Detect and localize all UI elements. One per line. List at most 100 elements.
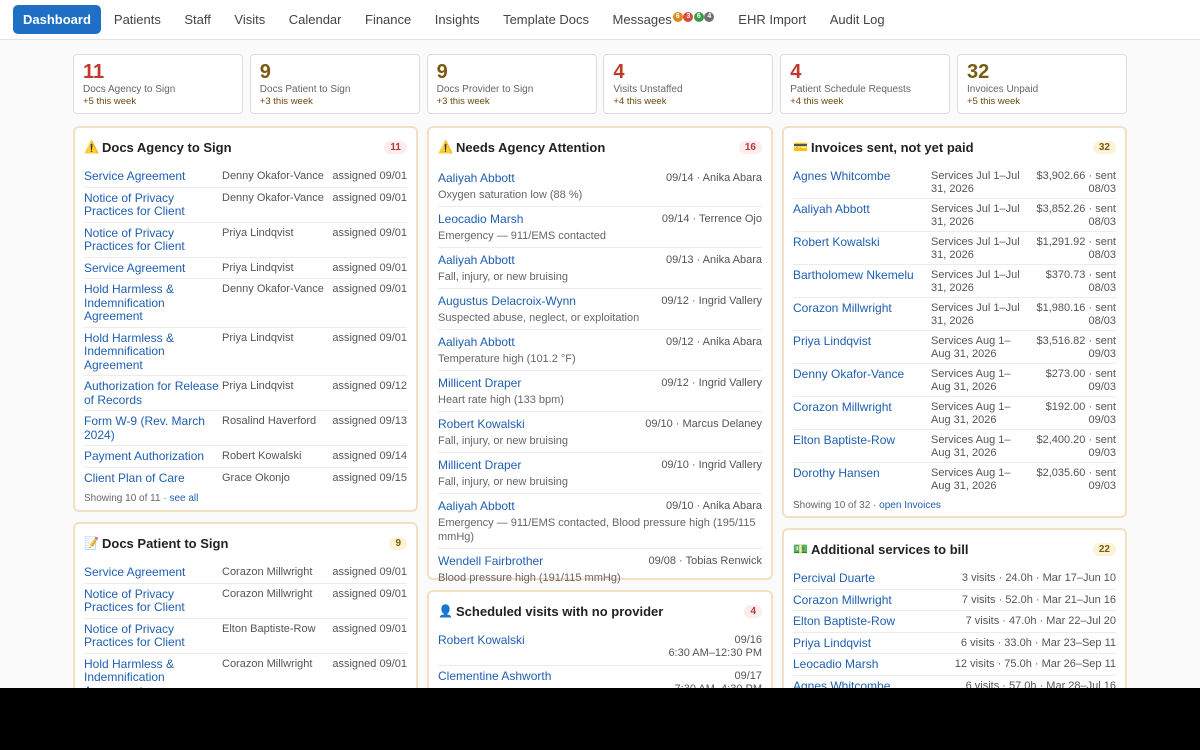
patient-link[interactable]: Robert Kowalski xyxy=(793,235,931,261)
doc-assigned-date: assigned 09/01 xyxy=(332,191,407,204)
patient-link[interactable]: Agnes Whitcombe xyxy=(793,679,890,688)
note-meta: 09/08 · Tobias Renwick xyxy=(648,555,762,567)
stat-label: Visits Unstaffed xyxy=(613,84,683,95)
nav-template-docs[interactable]: Template Docs xyxy=(503,12,589,27)
panel-footer: Showing 10 of 11 · see all xyxy=(84,488,407,504)
doc-assigned-date: assigned 09/01 xyxy=(332,657,407,670)
invoice-row: Bartholomew Nkemelu Services Jul 1–Jul 31… xyxy=(793,264,1116,297)
stat-delta: +3 this week xyxy=(259,96,313,107)
stat-card[interactable]: 4 Patient Schedule Requests +4 this week xyxy=(780,54,951,114)
patient-link[interactable]: Clementine Ashworth xyxy=(438,669,551,688)
note-text: Emergency — 911/EMS contacted xyxy=(438,230,606,242)
patient-link[interactable]: Percival Duarte xyxy=(793,571,875,586)
patient-link[interactable]: Agnes Whitcombe xyxy=(793,169,931,195)
doc-link[interactable]: Notice of Privacy Practices for Client xyxy=(84,191,222,219)
message-badges: 6364 xyxy=(672,11,715,22)
nav-finance[interactable]: Finance xyxy=(365,12,411,27)
stat-delta: +5 this week xyxy=(966,96,1021,107)
patient-link[interactable]: Priya Lindqvist xyxy=(793,636,871,651)
panel-title: Needs Agency Attention xyxy=(456,139,606,155)
stat-card[interactable]: 9 Docs Provider to Sign +3 this week xyxy=(426,54,597,114)
doc-link[interactable]: Service Agreement xyxy=(84,169,222,184)
panel-docs-patient-to-sign: 📝 Docs Patient to Sign 9 Service Agreement C… xyxy=(73,522,418,688)
doc-assigned-date: assigned 09/01 xyxy=(332,331,407,344)
invoice-period: Services Jul 1–Jul 31, 2026 xyxy=(931,302,1020,327)
doc-link[interactable]: Service Agreement xyxy=(84,261,222,276)
patient-link[interactable]: Elton Baptiste-Row xyxy=(793,433,931,459)
stat-card[interactable]: 9 Docs Patient to Sign +3 this week xyxy=(249,54,420,114)
patient-link[interactable]: Aaliyah Abbott xyxy=(438,499,515,513)
invoice-row: Denny Okafor-Vance Services Aug 1–Aug 31,… xyxy=(793,363,1116,396)
patient-link[interactable]: Leocadio Marsh xyxy=(793,657,878,672)
nav-staff[interactable]: Staff xyxy=(184,12,211,27)
doc-link[interactable]: Hold Harmless & Indemnification Agreemen… xyxy=(84,282,222,324)
doc-assigned-date: assigned 09/01 xyxy=(332,226,407,239)
patient-link[interactable]: Aaliyah Abbott xyxy=(438,253,515,267)
nav-ehr-import[interactable]: EHR Import xyxy=(738,12,806,27)
doc-link[interactable]: Hold Harmless & Indemnification Agreemen… xyxy=(84,657,222,688)
patient-link[interactable]: Millicent Draper xyxy=(438,376,521,390)
patient-link[interactable]: Aaliyah Abbott xyxy=(793,202,931,228)
stat-card[interactable]: 4 Visits Unstaffed +4 this week xyxy=(603,54,774,114)
message-count-badge: 6 xyxy=(693,11,704,22)
invoice-amount: $2,400.20 · sent 09/03 xyxy=(1036,434,1116,459)
patient-link[interactable]: Priya Lindqvist xyxy=(793,334,931,360)
stat-label: Docs Provider to Sign xyxy=(436,84,534,95)
patient-link[interactable]: Denny Okafor-Vance xyxy=(793,367,931,393)
doc-link[interactable]: Authorization for Release of Records xyxy=(84,379,222,407)
nav-calendar[interactable]: Calendar xyxy=(289,12,342,27)
panel-header: ⚠️ Docs Agency to Sign 11 xyxy=(84,128,407,166)
patient-link[interactable]: Augustus Delacroix-Wynn xyxy=(438,294,576,308)
doc-row: Authorization for Release of Records Priy… xyxy=(84,375,407,410)
nav-dashboard[interactable]: Dashboard xyxy=(13,5,101,34)
patient-link[interactable]: Dorothy Hansen xyxy=(793,466,931,492)
patient-link[interactable]: Corazon Millwright xyxy=(793,301,931,327)
patient-link[interactable]: Robert Kowalski xyxy=(438,633,525,660)
doc-assigned-date: assigned 09/01 xyxy=(332,622,407,635)
count-badge: 22 xyxy=(1092,542,1116,556)
patient-link[interactable]: Elton Baptiste-Row xyxy=(793,614,895,629)
nav-audit-log[interactable]: Audit Log xyxy=(830,12,885,27)
doc-link[interactable]: Notice of Privacy Practices for Client xyxy=(84,622,222,650)
doc-link[interactable]: Notice of Privacy Practices for Client xyxy=(84,226,222,254)
top-nav: Dashboard Patients Staff Visits Calendar… xyxy=(0,0,1200,40)
patient-link[interactable]: Wendell Fairbrother xyxy=(438,554,543,568)
doc-link[interactable]: Client Plan of Care xyxy=(84,471,222,486)
doc-link[interactable]: Payment Authorization xyxy=(84,449,222,464)
nav-patients[interactable]: Patients xyxy=(114,12,161,27)
patient-link[interactable]: Corazon Millwright xyxy=(793,400,931,426)
nav-messages[interactable]: Messages 6 3 6 4 xyxy=(613,11,715,27)
invoice-row: Agnes Whitcombe Services Jul 1–Jul 31, 20… xyxy=(793,166,1116,198)
footer-link[interactable]: open Invoices xyxy=(879,500,941,511)
panel-header: 👤 Scheduled visits with no provider 4 xyxy=(438,592,762,630)
patient-link[interactable]: Millicent Draper xyxy=(438,458,521,472)
patient-link[interactable]: Leocadio Marsh xyxy=(438,212,523,226)
stat-card[interactable]: 32 Invoices Unpaid +5 this week xyxy=(956,54,1127,114)
doc-row: Hold Harmless & Indemnification Agreemen… xyxy=(84,326,407,376)
doc-link[interactable]: Service Agreement xyxy=(84,565,222,580)
doc-row: Service Agreement Corazon Millwright assig… xyxy=(84,562,407,583)
attention-row-top: Millicent Draper 09/12 · Ingrid Vallery xyxy=(438,376,762,390)
patient-link[interactable]: Robert Kowalski xyxy=(438,417,525,431)
panel-footer: Showing 10 of 32 · open Invoices xyxy=(793,495,1116,511)
patient-link[interactable]: Aaliyah Abbott xyxy=(438,171,515,185)
stat-card[interactable]: 11 Docs Agency to Sign +5 this week xyxy=(73,54,243,114)
attention-row-top: Aaliyah Abbott 09/12 · Anika Abara xyxy=(438,335,762,349)
nav-insights[interactable]: Insights xyxy=(435,12,480,27)
doc-link[interactable]: Notice of Privacy Practices for Client xyxy=(84,587,222,615)
footer-link[interactable]: see all xyxy=(169,493,198,504)
note-text: Fall, injury, or new bruising xyxy=(438,435,569,447)
doc-link[interactable]: Form W-9 (Rev. March 2024) xyxy=(84,414,222,442)
patient-link[interactable]: Bartholomew Nkemelu xyxy=(793,268,931,294)
doc-link[interactable]: Hold Harmless & Indemnification Agreemen… xyxy=(84,331,222,373)
doc-row: Notice of Privacy Practices for Client De… xyxy=(84,186,407,222)
message-count-badge: 3 xyxy=(683,11,694,22)
invoice-row: Corazon Millwright Services Jul 1–Jul 31,… xyxy=(793,297,1116,330)
service-summary: 6 visits · 33.0h · Mar 23–Sep 11 xyxy=(960,636,1116,649)
nav-visits[interactable]: Visits xyxy=(234,12,265,27)
patient-link[interactable]: Corazon Millwright xyxy=(793,593,892,608)
patient-link[interactable]: Aaliyah Abbott xyxy=(438,335,515,349)
note-text: Suspected abuse, neglect, or exploitatio… xyxy=(438,312,640,324)
visit-datetime: 09/177:30 AM–4:30 PM xyxy=(675,670,762,688)
doc-row: Hold Harmless & Indemnification Agreemen… xyxy=(84,652,407,688)
